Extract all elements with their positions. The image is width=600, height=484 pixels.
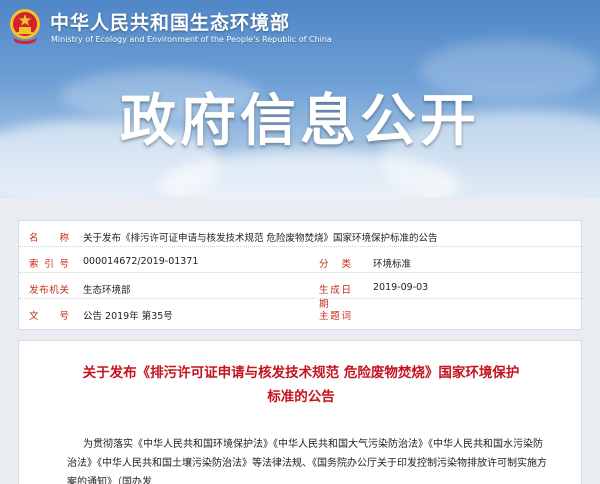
info-row-name: 名称 关于发布《排污许可证申请与核发技术规范 危险废物焚烧》国家环境保护标准的公… xyxy=(19,225,583,247)
publisher-value: 生态环境部 xyxy=(83,285,131,296)
ministry-name-cn[interactable]: 中华人民共和国生态环境部 xyxy=(50,8,290,35)
document-info-table: 名称 关于发布《排污许可证申请与核发技术规范 危险废物焚烧》国家环境保护标准的公… xyxy=(18,220,583,330)
name-value: 关于发布《排污许可证申请与核发技术规范 危险废物焚烧》国家环境保护标准的公告 xyxy=(83,233,438,244)
publisher-label: 发布机关 xyxy=(29,285,69,296)
index-label: 索引号 xyxy=(29,259,69,270)
national-emblem-icon[interactable] xyxy=(8,8,42,44)
info-row-docno: 文号 公告 2019年 第35号 主题词 xyxy=(19,303,583,325)
category-value: 环境标准 xyxy=(373,259,412,270)
index-value: 000014672/2019-01371 xyxy=(83,256,199,267)
ministry-name-en[interactable]: Ministry of Ecology and Environment of t… xyxy=(51,35,332,44)
info-row-publisher: 发布机关 生态环境部 生成日期 2019-09-03 xyxy=(19,277,583,310)
article-body: 为贯彻落实《中华人民共和国环境保护法》《中华人民共和国大气污染防治法》《中华人民… xyxy=(67,439,547,484)
banner-title: 政府信息公开 xyxy=(120,89,480,154)
name-label: 名称 xyxy=(29,233,69,244)
docno-label: 文号 xyxy=(29,311,69,322)
article-panel: 关于发布《排污许可证申请与核发技术规范 危险废物焚烧》国家环境保护标准的公告 为… xyxy=(18,340,582,484)
article-title: 关于发布《排污许可证申请与核发技术规范 危险废物焚烧》国家环境保护标准的公告 xyxy=(82,365,520,405)
info-row-index: 索引号 000014672/2019-01371 分类 环境标准 xyxy=(19,251,583,273)
date-value: 2019-09-03 xyxy=(373,282,429,293)
keywords-label: 主题词 xyxy=(319,311,351,322)
category-label: 分类 xyxy=(319,259,351,270)
docno-value: 公告 2019年 第35号 xyxy=(83,311,173,322)
header-banner: 中华人民共和国生态环境部 Ministry of Ecology and Env… xyxy=(0,0,600,198)
